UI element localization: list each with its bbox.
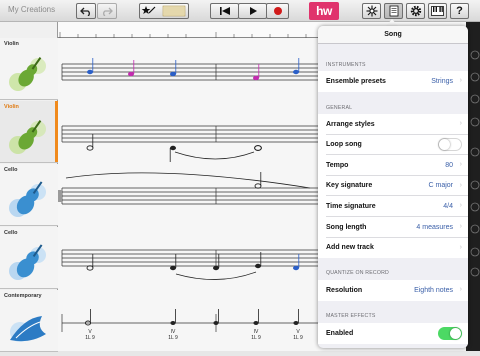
section-header-general: GENERAL xyxy=(326,105,353,111)
track-item[interactable]: Cello xyxy=(0,227,58,289)
row-value: 4 measures xyxy=(416,223,453,231)
popover-arrow xyxy=(386,19,398,26)
row-value: Eighth notes xyxy=(414,286,453,294)
track-item[interactable]: Cello xyxy=(0,164,58,226)
row-label: Enabled xyxy=(326,329,354,337)
chord-figure: 1L 9 xyxy=(293,335,303,341)
app-logo[interactable]: hw xyxy=(309,2,339,20)
chevron-right-icon: › xyxy=(459,202,462,210)
chevron-right-icon: › xyxy=(459,243,462,251)
time-signature-row[interactable]: Time signature 4/4 › xyxy=(318,196,468,217)
chord-label: IV 1L 9 xyxy=(165,329,181,341)
tempo-row[interactable]: Tempo 80 › xyxy=(318,155,468,176)
record-button[interactable] xyxy=(266,3,289,19)
chord-label: IV 1L 9 xyxy=(248,329,264,341)
chevron-right-icon: › xyxy=(459,181,462,189)
song-length-row[interactable]: Song length 4 measures › xyxy=(318,217,468,238)
row-label: Key signature xyxy=(326,182,373,190)
chevron-right-icon: › xyxy=(459,77,462,84)
chord-figure: 1L 9 xyxy=(251,335,261,341)
notes-icon xyxy=(389,5,398,17)
chevron-right-icon: › xyxy=(459,161,462,169)
mixer-button[interactable] xyxy=(362,3,381,19)
row-label: Arrange styles xyxy=(326,120,375,128)
section-header-instruments: INSTRUMENTS xyxy=(326,62,366,68)
chord-label: V 1L 9 xyxy=(82,329,98,341)
chevron-right-icon: › xyxy=(459,120,462,127)
track-list: Violin Violin Cello Cello Contemporary xyxy=(0,22,58,352)
row-value: Strings xyxy=(431,77,453,85)
track-name: Violin xyxy=(4,104,19,110)
track-name: Contemporary xyxy=(4,293,42,299)
chord-figure: 1L 9 xyxy=(168,335,178,341)
ensemble-presets-row[interactable]: Ensemble presets Strings › xyxy=(318,71,468,92)
instrument-strip[interactable] xyxy=(466,22,480,351)
keyboard-icon xyxy=(431,6,444,16)
note-group xyxy=(87,58,300,81)
app-title[interactable]: My Creations xyxy=(8,5,55,14)
violin-icon xyxy=(9,57,46,91)
keyboard-button[interactable] xyxy=(428,3,447,19)
undo-icon xyxy=(80,7,90,16)
key-signature-row[interactable]: Key signature C major › xyxy=(318,175,468,197)
track-name: Cello xyxy=(4,230,18,236)
row-label: Add new track xyxy=(326,244,374,252)
skip-back-icon xyxy=(219,7,230,15)
resolution-row[interactable]: Resolution Eighth notes › xyxy=(318,280,468,301)
arrange-button[interactable] xyxy=(139,3,189,19)
settings-button[interactable] xyxy=(406,3,425,19)
chevron-right-icon: › xyxy=(459,286,462,293)
chord-figure: 1L 9 xyxy=(85,335,95,341)
help-button[interactable]: ? xyxy=(450,3,469,19)
row-label: Resolution xyxy=(326,286,363,294)
row-label: Loop song xyxy=(326,141,362,149)
redo-icon xyxy=(103,7,113,16)
violin-icon xyxy=(9,120,46,154)
row-label: Ensemble presets xyxy=(326,77,386,85)
cello-icon xyxy=(9,181,46,217)
row-label: Time signature xyxy=(326,202,376,210)
section-header-master-effects: MASTER EFFECTS xyxy=(326,313,376,319)
play-icon xyxy=(249,7,257,15)
row-value: 80 xyxy=(445,161,453,169)
cello-icon xyxy=(9,244,46,280)
loop-song-toggle[interactable] xyxy=(438,138,462,152)
notes-button[interactable] xyxy=(384,3,403,19)
track-name: Violin xyxy=(4,41,19,47)
mixer-icon xyxy=(366,5,377,17)
chord-label: V 1L 9 xyxy=(290,329,306,341)
enabled-row: Enabled xyxy=(318,323,468,344)
gear-icon xyxy=(410,5,421,17)
play-button[interactable] xyxy=(238,3,267,19)
top-toolbar: My Creations hw ? xyxy=(0,0,480,22)
chevron-right-icon: › xyxy=(459,223,462,230)
section-header-quantize: QUANTIZE ON RECORD xyxy=(326,270,389,276)
undo-button[interactable] xyxy=(76,3,96,19)
add-new-track-row[interactable]: Add new track › xyxy=(318,237,468,259)
contemporary-icon xyxy=(10,316,46,342)
popover-title: Song xyxy=(318,26,468,44)
record-icon xyxy=(273,7,282,15)
arrange-styles-row[interactable]: Arrange styles › xyxy=(318,114,468,135)
redo-button[interactable] xyxy=(97,3,117,19)
toggle-knob xyxy=(450,327,461,339)
row-label: Song length xyxy=(326,223,367,231)
toggle-knob xyxy=(439,139,450,151)
master-effects-toggle[interactable] xyxy=(438,326,462,340)
rewind-button[interactable] xyxy=(210,3,239,19)
song-settings-popover: Song INSTRUMENTS Ensemble presets String… xyxy=(318,26,468,348)
loop-song-row: Loop song xyxy=(318,134,468,156)
track-item[interactable]: Violin xyxy=(0,38,58,100)
star-wand-icon xyxy=(141,5,186,17)
track-item[interactable]: Violin xyxy=(0,101,58,163)
row-value: C major xyxy=(428,182,453,190)
track-item[interactable]: Contemporary xyxy=(0,290,58,352)
track-name: Cello xyxy=(4,167,18,173)
row-label: Tempo xyxy=(326,161,349,169)
row-value: 4/4 xyxy=(443,202,453,210)
